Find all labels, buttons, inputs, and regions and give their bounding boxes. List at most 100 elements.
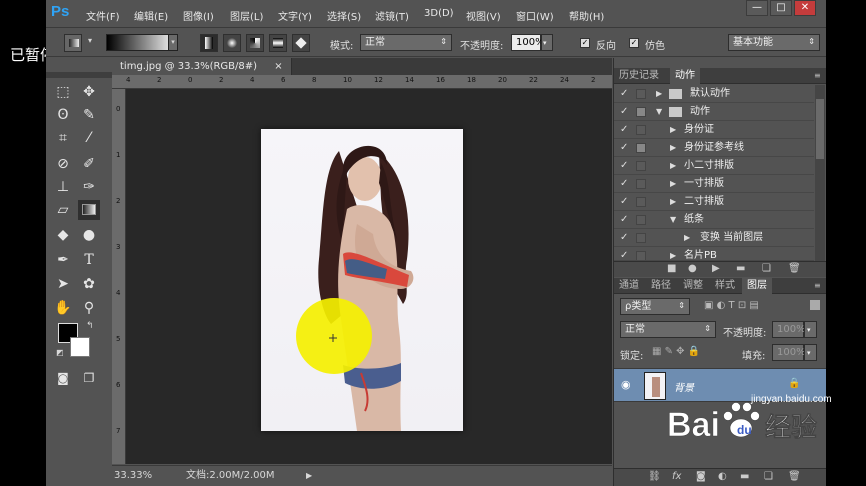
action-row[interactable]: ✓ ▶ 变换 当前图层 (614, 229, 814, 247)
document-tab[interactable]: timg.jpg @ 33.3%(RGB/8#) × (112, 58, 292, 75)
tool-preset-picker[interactable] (64, 34, 82, 52)
play-icon[interactable]: ▶ (712, 263, 720, 274)
triangle-right-icon[interactable]: ▶ (670, 175, 676, 192)
link-icon[interactable]: ⛓ (648, 471, 661, 482)
linear-gradient-button[interactable] (200, 34, 218, 52)
swap-colors-icon[interactable]: ↰ (86, 321, 94, 331)
stop-icon[interactable]: ■ (667, 263, 676, 274)
radial-gradient-button[interactable] (223, 34, 241, 52)
tab-paths[interactable]: 路径 (646, 278, 676, 294)
history-brush-tool-icon[interactable]: ✑ (78, 177, 100, 197)
healing-brush-tool-icon[interactable]: ⊘ (52, 154, 74, 174)
opacity-input[interactable]: 100% (511, 34, 545, 51)
chevron-down-icon[interactable]: ▾ (168, 34, 178, 51)
close-button[interactable]: ✕ (794, 0, 816, 16)
eyedropper-tool-icon[interactable]: ⁄ (78, 128, 100, 148)
status-menu-arrow-icon[interactable]: ▶ (306, 466, 312, 486)
menu-3d[interactable]: 3D(D) (424, 8, 454, 19)
triangle-right-icon[interactable]: ▶ (670, 139, 676, 156)
check-icon[interactable]: ✓ (620, 211, 628, 228)
chevron-down-icon[interactable]: ▾ (88, 36, 92, 45)
adjustment-icon[interactable]: ◐ (718, 471, 727, 482)
dialog-toggle[interactable] (636, 161, 646, 171)
tab-history[interactable]: 历史记录 (614, 68, 664, 84)
menu-help[interactable]: 帮助(H) (569, 8, 604, 23)
pen-tool-icon[interactable]: ✒ (52, 250, 74, 270)
mode-dropdown[interactable]: 正常 ⇕ (360, 34, 452, 51)
quick-selection-tool-icon[interactable]: ✎ (78, 105, 100, 125)
lasso-tool-icon[interactable]: ʘ (52, 105, 74, 125)
new-action-icon[interactable]: ❏ (762, 263, 771, 274)
minimize-button[interactable]: — (746, 0, 768, 16)
background-color-swatch[interactable] (70, 337, 90, 357)
maximize-button[interactable]: □ (770, 0, 792, 16)
screen-mode-icon[interactable]: ❐ (78, 368, 100, 388)
triangle-right-icon[interactable]: ▶ (670, 247, 676, 260)
marquee-tool-icon[interactable]: ⬚ (52, 82, 74, 102)
panel-menu-icon[interactable]: ≡ (809, 68, 826, 84)
quick-mask-icon[interactable]: ◙ (52, 368, 74, 388)
canvas-area[interactable] (126, 89, 612, 464)
blur-tool-icon[interactable]: ◆ (52, 225, 74, 245)
opacity-slider-toggle[interactable]: ▾ (541, 34, 553, 51)
check-icon[interactable]: ✓ (620, 247, 628, 260)
dodge-tool-icon[interactable]: ● (78, 225, 100, 245)
action-row[interactable]: ✓ ▶ 二寸排版 (614, 193, 814, 211)
tab-channels[interactable]: 通道 (614, 278, 644, 294)
action-row[interactable]: ✓ ▼ 动作 (614, 103, 814, 121)
dialog-toggle[interactable] (636, 215, 646, 225)
action-row[interactable]: ✓ ▶ 身份证 (614, 121, 814, 139)
action-row[interactable]: ✓ ▶ 身份证参考线 (614, 139, 814, 157)
triangle-right-icon[interactable]: ▶ (670, 157, 676, 174)
triangle-right-icon[interactable]: ▶ (670, 121, 676, 138)
menu-type[interactable]: 文字(Y) (278, 8, 312, 23)
fill-input[interactable]: 100% (772, 344, 806, 361)
check-icon[interactable]: ✓ (620, 193, 628, 210)
action-row[interactable]: ✓ ▶ 一寸排版 (614, 175, 814, 193)
tab-styles[interactable]: 样式 (710, 278, 740, 294)
fill-toggle[interactable]: ▾ (804, 344, 817, 361)
dialog-toggle[interactable] (636, 179, 646, 189)
folder-icon[interactable]: ▬ (736, 263, 745, 274)
brush-tool-icon[interactable]: ✐ (78, 154, 100, 174)
record-icon[interactable]: ● (688, 263, 697, 274)
eraser-tool-icon[interactable]: ▱ (52, 200, 74, 220)
filter-icons[interactable]: ▣ ◐ T ⊡ ▤ (704, 300, 759, 311)
crop-tool-icon[interactable]: ⌗ (52, 128, 74, 148)
check-icon[interactable]: ✓ (620, 85, 628, 102)
check-icon[interactable]: ✓ (620, 157, 628, 174)
zoom-level[interactable]: 33.33% (114, 466, 152, 486)
check-icon[interactable]: ✓ (620, 229, 628, 246)
menu-file[interactable]: 文件(F) (86, 8, 120, 23)
triangle-right-icon[interactable]: ▶ (670, 193, 676, 210)
layer-opacity-toggle[interactable]: ▾ (804, 321, 817, 338)
dialog-toggle[interactable] (636, 233, 646, 243)
diamond-gradient-button[interactable] (292, 34, 310, 52)
menu-layer[interactable]: 图层(L) (230, 8, 263, 23)
folder-icon[interactable]: ▬ (740, 471, 749, 482)
dialog-toggle[interactable] (636, 125, 646, 135)
menu-view[interactable]: 视图(V) (466, 8, 501, 23)
triangle-right-icon[interactable]: ▶ (656, 85, 662, 102)
fx-icon[interactable]: fx (672, 471, 681, 482)
angle-gradient-button[interactable] (246, 34, 264, 52)
new-layer-icon[interactable]: ❏ (764, 471, 773, 482)
action-row[interactable]: ✓ ▼ 纸条 (614, 211, 814, 229)
filter-toggle[interactable] (810, 300, 820, 310)
triangle-down-icon[interactable]: ▼ (670, 211, 676, 228)
dialog-toggle[interactable] (636, 197, 646, 207)
menu-window[interactable]: 窗口(W) (516, 8, 554, 23)
eye-icon[interactable]: ◉ (621, 378, 631, 391)
tab-actions[interactable]: 动作 (670, 68, 700, 84)
path-selection-tool-icon[interactable]: ➤ (52, 274, 74, 294)
close-tab-icon[interactable]: × (274, 61, 282, 72)
custom-shape-tool-icon[interactable]: ✿ (78, 274, 100, 294)
zoom-tool-icon[interactable]: ⚲ (78, 298, 100, 318)
tab-adjustments[interactable]: 调整 (678, 278, 708, 294)
clone-stamp-tool-icon[interactable]: ⊥ (52, 177, 74, 197)
check-icon[interactable]: ✓ (620, 175, 628, 192)
trash-icon[interactable]: 🗑 (788, 471, 801, 482)
dialog-toggle[interactable] (636, 89, 646, 99)
reverse-checkbox[interactable]: ✓ (580, 38, 590, 48)
actions-scrollbar[interactable] (815, 85, 825, 261)
